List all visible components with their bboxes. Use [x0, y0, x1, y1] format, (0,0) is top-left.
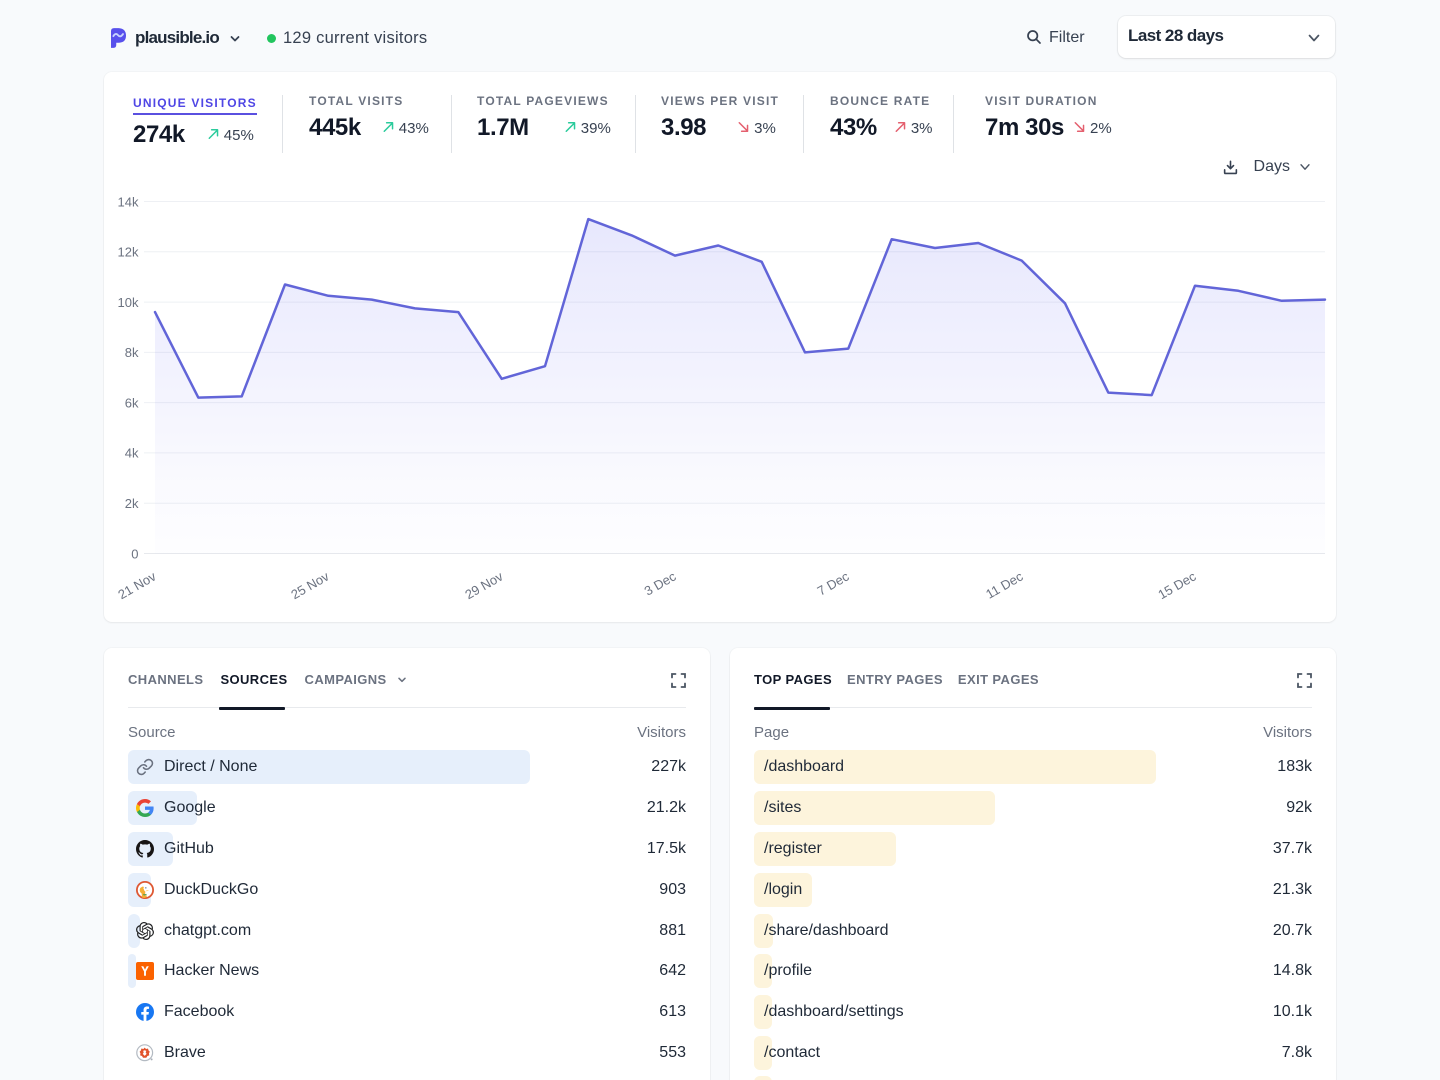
svg-text:15 Dec: 15 Dec: [1155, 568, 1199, 602]
svg-text:29 Nov: 29 Nov: [462, 568, 506, 602]
svg-text:21 Nov: 21 Nov: [115, 568, 159, 602]
svg-text:8k: 8k: [125, 345, 139, 360]
svg-text:0: 0: [131, 546, 138, 561]
svg-text:6k: 6k: [125, 395, 139, 410]
svg-text:2k: 2k: [125, 496, 139, 511]
svg-text:14k: 14k: [118, 194, 139, 209]
svg-text:25 Nov: 25 Nov: [288, 568, 332, 602]
svg-text:12k: 12k: [118, 245, 139, 260]
svg-text:11 Dec: 11 Dec: [983, 568, 1026, 601]
svg-text:4k: 4k: [125, 446, 139, 461]
svg-text:7 Dec: 7 Dec: [815, 568, 852, 598]
svg-text:10k: 10k: [118, 295, 139, 310]
svg-text:3 Dec: 3 Dec: [642, 568, 679, 598]
